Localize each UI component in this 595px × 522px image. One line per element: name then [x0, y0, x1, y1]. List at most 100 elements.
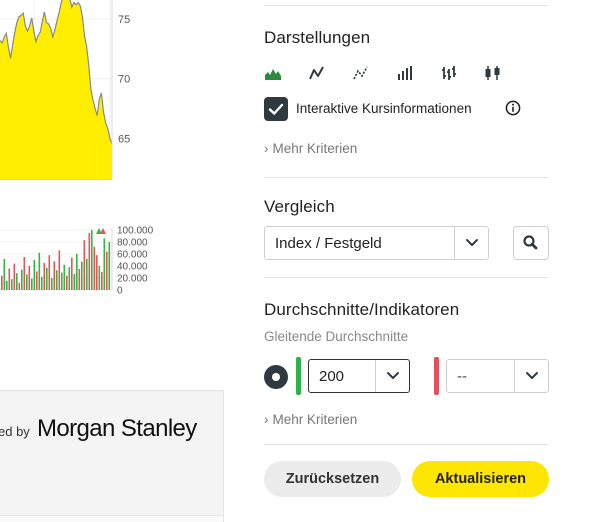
volume-bar: [56, 270, 58, 290]
ma1-color-indicator: [296, 357, 301, 395]
ma2-color-indicator: [434, 357, 439, 395]
moving-average-label: Gleitende Durchschnitte: [264, 329, 409, 344]
volume-bar: [106, 251, 108, 290]
ma2-select[interactable]: --: [446, 359, 549, 393]
comparison-search-button[interactable]: [513, 226, 549, 260]
volume-bar: [38, 252, 41, 290]
chart-settings-panel: Darstellungen Interaktive Kursinformatio…: [264, 0, 549, 522]
chevron-down-icon: [466, 239, 478, 246]
chevron-down-icon: [387, 372, 399, 379]
volume-tick-label: 60.000: [117, 250, 148, 261]
volume-bar: [96, 255, 98, 290]
volume-bar: [36, 271, 38, 290]
volume-bar: [58, 250, 61, 290]
volume-bar: [91, 230, 93, 290]
volume-bar: [16, 273, 18, 290]
volume-bar: [1, 275, 3, 290]
ohlc-chart-icon[interactable]: [440, 64, 458, 82]
checkmark-icon: [268, 103, 284, 115]
volume-tick-label: 40.000: [117, 262, 148, 273]
section-title-darstellungen: Darstellungen: [264, 28, 371, 47]
volume-bar: [41, 276, 43, 290]
moving-average-radio[interactable]: [264, 365, 288, 389]
divider: [264, 5, 549, 6]
price-chart: 75 70 65: [0, 0, 130, 180]
comparison-select-toggle[interactable]: [454, 227, 488, 259]
volume-bar: [108, 242, 111, 290]
interactive-info-checkbox[interactable]: [264, 97, 288, 121]
volume-bar: [31, 278, 33, 290]
volume-bar: [33, 260, 36, 290]
divider: [264, 277, 549, 278]
volume-tick-label: 20.000: [117, 274, 148, 285]
volume-bar: [46, 267, 48, 290]
volume-bar: [66, 275, 68, 290]
chart-type-selector: [264, 64, 504, 86]
price-tick-label: 75: [118, 14, 130, 26]
chart-area: 75 70 65 100.000 80.000 60.000 40.000 20.000 0 …: [0, 0, 232, 522]
volume-tick-label: 80.000: [117, 238, 148, 249]
interactive-info-label: Interaktive Kursinformationen: [296, 101, 472, 116]
volume-bar: [28, 266, 31, 290]
comparison-select[interactable]: Index / Festgeld: [264, 226, 489, 260]
candlestick-chart-icon[interactable]: [484, 64, 502, 82]
volume-bar: [68, 267, 71, 290]
line-chart-icon[interactable]: [308, 64, 326, 82]
reset-button[interactable]: Zurücksetzen: [264, 461, 401, 497]
volume-tick-label: 0: [117, 286, 123, 297]
volume-bar: [11, 279, 13, 290]
dot-line-chart-icon[interactable]: [352, 64, 370, 82]
volume-bar: [61, 272, 63, 290]
powered-by-box: ed by Morgan Stanley: [0, 390, 224, 522]
ma1-select[interactable]: 200: [308, 359, 410, 393]
volume-bar: [51, 278, 53, 290]
volume-bar: [88, 233, 91, 290]
info-icon[interactable]: [505, 100, 521, 116]
update-button[interactable]: Aktualisieren: [412, 461, 549, 497]
ma2-select-toggle[interactable]: [514, 360, 548, 392]
volume-tick-label: 100.000: [117, 226, 154, 237]
price-tick-label: 65: [118, 133, 130, 145]
price-tick-label: 70: [118, 74, 130, 86]
volume-peak-marker: [100, 228, 106, 234]
mountain-chart-icon[interactable]: [264, 64, 282, 82]
volume-bar: [73, 273, 76, 290]
divider: [264, 177, 549, 178]
volume-bar: [81, 261, 83, 290]
volume-bar: [8, 268, 11, 290]
volume-bar: [78, 269, 81, 290]
ma1-select-value: 200: [319, 368, 345, 385]
comparison-select-value: Index / Festgeld: [275, 235, 382, 252]
section-title-indikatoren: Durchschnitte/Indikatoren: [264, 300, 460, 319]
volume-bar: [63, 264, 66, 290]
chevron-down-icon: [526, 372, 538, 379]
volume-bar: [53, 261, 56, 290]
volume-bar: [3, 258, 6, 290]
divider: [264, 444, 549, 445]
chevron-right-icon: ›: [264, 141, 269, 156]
volume-bar: [71, 257, 73, 290]
volume-bar: [103, 238, 106, 290]
volume-bar: [48, 255, 51, 290]
more-criteria-link-darstellungen[interactable]: › Mehr Kriterien: [264, 141, 357, 156]
volume-chart: 100.00080.00060.00040.00020.0000: [0, 226, 154, 297]
chevron-right-icon: ›: [264, 412, 269, 427]
section-title-vergleich: Vergleich: [264, 197, 335, 216]
volume-bar: [6, 281, 8, 290]
volume-bar: [93, 246, 96, 290]
volume-bar: [101, 272, 103, 290]
ma2-select-value: --: [457, 368, 467, 385]
more-criteria-label: Mehr Kriterien: [272, 412, 358, 427]
volume-bar: [26, 274, 28, 290]
volume-bar: [21, 269, 23, 290]
bar-chart-icon[interactable]: [396, 64, 414, 82]
search-icon: [523, 235, 538, 250]
table-header-strip: [0, 515, 223, 522]
ma1-select-toggle[interactable]: [375, 360, 409, 392]
more-criteria-link-indikatoren[interactable]: › Mehr Kriterien: [264, 412, 357, 427]
powered-by-prefix: ed by: [0, 424, 30, 439]
volume-bar: [43, 263, 46, 290]
volume-bar: [86, 258, 88, 290]
volume-bar: [98, 266, 101, 290]
more-criteria-label: Mehr Kriterien: [272, 141, 358, 156]
